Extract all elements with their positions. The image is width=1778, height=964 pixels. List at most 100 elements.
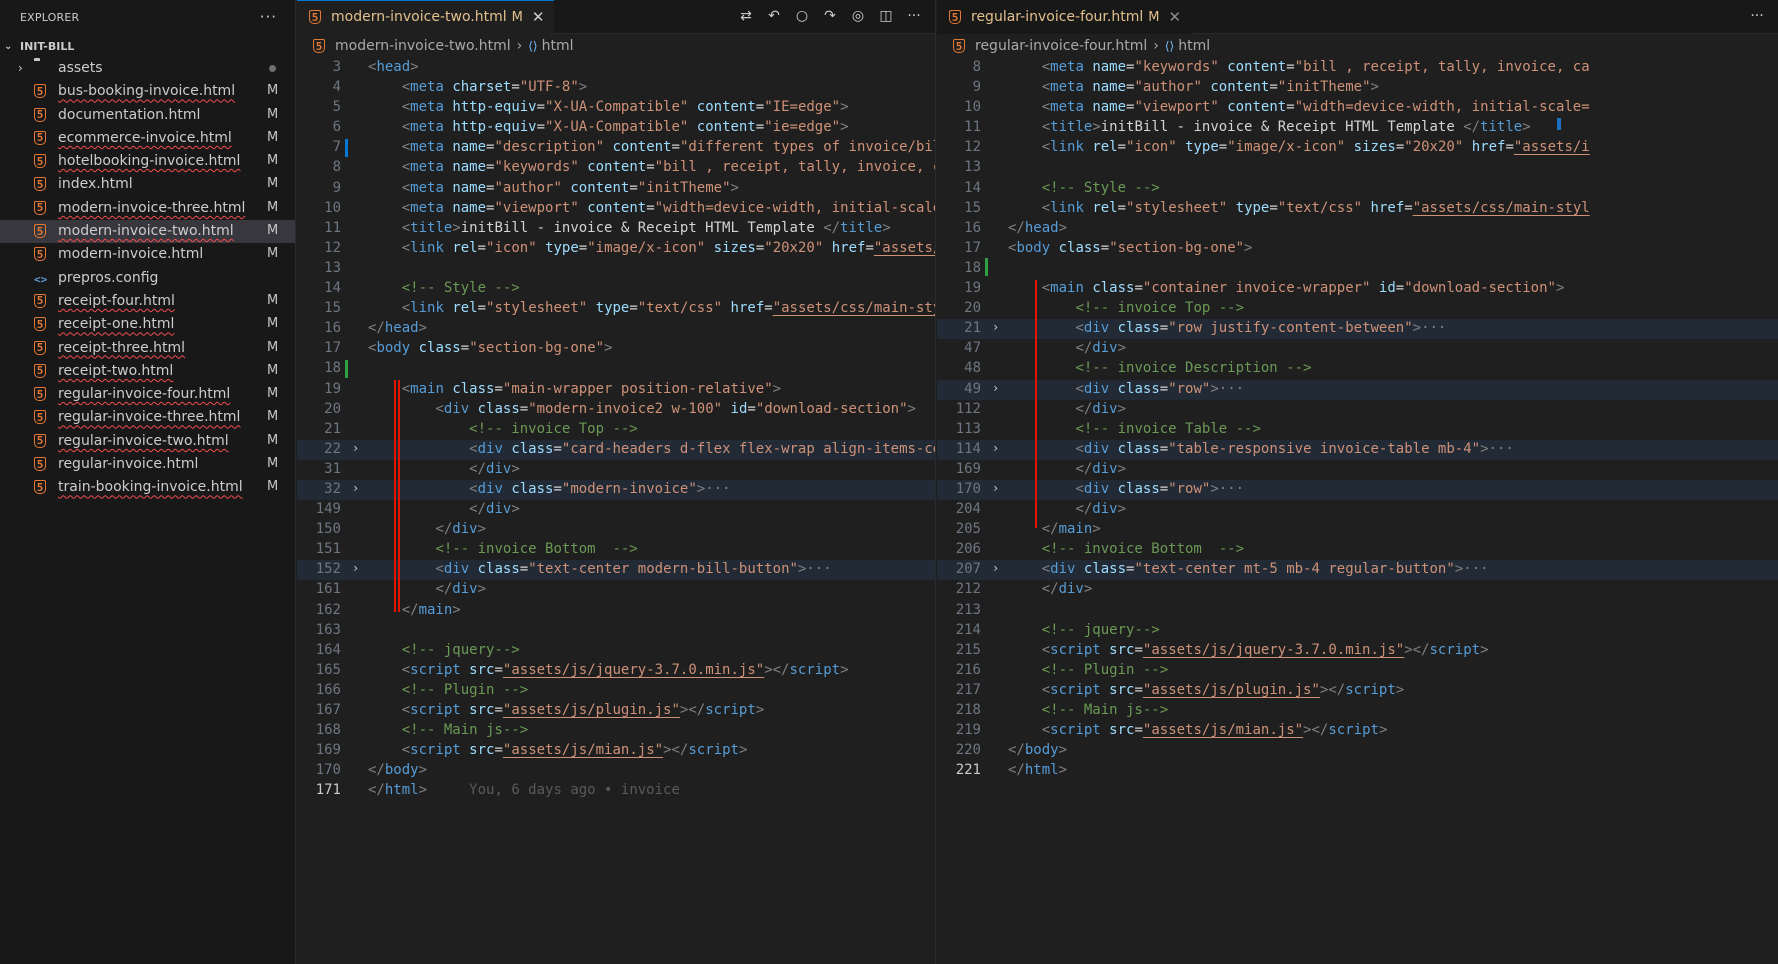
- code-line[interactable]: 21 <!-- invoice Top -->: [297, 420, 935, 440]
- close-icon[interactable]: ✕: [1168, 8, 1181, 26]
- file-tree-item[interactable]: 5 regular-invoice-two.html M: [0, 430, 295, 453]
- file-tree-item[interactable]: 5 regular-invoice-four.html M: [0, 383, 295, 406]
- code-line[interactable]: 217 <script src="assets/js/plugin.js"></…: [937, 681, 1778, 701]
- code-line[interactable]: 205 </main>: [937, 520, 1778, 540]
- file-tree-item[interactable]: 5 hotelbooking-invoice.html M: [0, 150, 295, 173]
- code-line[interactable]: 214 <!-- jquery-->: [937, 621, 1778, 641]
- code-area[interactable]: 3 <head> 4 <meta charset="UTF-8"> 5 <meta h…: [297, 58, 935, 801]
- code-line[interactable]: 19 <main class="main-wrapper position-re…: [297, 380, 935, 400]
- editor-action-icon[interactable]: ↷: [821, 8, 839, 24]
- code-line[interactable]: 14 <!-- Style -->: [937, 179, 1778, 199]
- fold-chevron-icon[interactable]: ›: [352, 561, 359, 575]
- code-line[interactable]: 16 </head>: [297, 319, 935, 339]
- code-line[interactable]: 18: [297, 359, 935, 379]
- editor-action-icon[interactable]: ⇄: [737, 8, 755, 24]
- code-line[interactable]: 220 </body>: [937, 741, 1778, 761]
- breadcrumb-file[interactable]: modern-invoice-two.html: [335, 38, 511, 54]
- code-line[interactable]: 151 <!-- invoice Bottom -->: [297, 540, 935, 560]
- code-area[interactable]: 8 <meta name="keywords" content="bill , …: [937, 58, 1778, 781]
- code-line[interactable]: 3 <head>: [297, 58, 935, 78]
- file-tree-item[interactable]: 5 train-booking-invoice.html M: [0, 476, 295, 499]
- explorer-more-icon[interactable]: ···: [260, 8, 277, 26]
- code-line[interactable]: 15 <link rel="stylesheet" type="text/css…: [937, 199, 1778, 219]
- code-line[interactable]: 9 <meta name="author" content="initTheme…: [937, 78, 1778, 98]
- code-line[interactable]: 171 </html> You, 6 days ago • invoice: [297, 781, 935, 801]
- code-line[interactable]: 207 › <div class="text-center mt-5 mb-4 r…: [937, 560, 1778, 581]
- file-tree-item[interactable]: 5 modern-invoice.html M: [0, 243, 295, 266]
- close-icon[interactable]: ✕: [532, 8, 545, 26]
- code-line[interactable]: 11 <title>initBill - invoice & Receipt H…: [937, 118, 1778, 138]
- code-line[interactable]: 20 <div class="modern-invoice2 w-100" id…: [297, 400, 935, 420]
- code-line[interactable]: 213: [937, 601, 1778, 621]
- code-line[interactable]: 212 </div>: [937, 580, 1778, 600]
- fold-chevron-icon[interactable]: ›: [992, 320, 999, 334]
- code-line[interactable]: 13: [297, 259, 935, 279]
- tab-modern-invoice-two[interactable]: 5 modern-invoice-two.html M ✕: [297, 0, 555, 34]
- code-line[interactable]: 162 </main>: [297, 601, 935, 621]
- code-line[interactable]: 12 <link rel="icon" type="image/x-icon" …: [297, 239, 935, 259]
- breadcrumb-symbol[interactable]: html: [542, 38, 574, 54]
- code-line[interactable]: 8 <meta name="keywords" content="bill , …: [297, 158, 935, 178]
- editor-action-icon[interactable]: ○: [793, 8, 811, 24]
- code-line[interactable]: 6 <meta http-equiv="X-UA-Compatible" con…: [297, 118, 935, 138]
- code-line[interactable]: 168 <!-- Main js-->: [297, 721, 935, 741]
- code-line[interactable]: 18: [937, 259, 1778, 279]
- code-line[interactable]: 48 <!-- invoice Description -->: [937, 359, 1778, 379]
- code-line[interactable]: 10 <meta name="viewport" content="width=…: [297, 199, 935, 219]
- code-line[interactable]: 215 <script src="assets/js/jquery-3.7.0.…: [937, 641, 1778, 661]
- code-line[interactable]: 49 › <div class="row">···: [937, 379, 1778, 400]
- file-tree-item[interactable]: 5 bus-booking-invoice.html M: [0, 80, 295, 103]
- code-line[interactable]: 4 <meta charset="UTF-8">: [297, 78, 935, 98]
- editor-action-icon[interactable]: ···: [1748, 8, 1766, 24]
- file-tree-item[interactable]: 5 receipt-four.html M: [0, 290, 295, 313]
- code-line[interactable]: 10 <meta name="viewport" content="width=…: [937, 98, 1778, 118]
- file-tree-item[interactable]: 5 receipt-three.html M: [0, 337, 295, 360]
- file-tree-item[interactable]: 5 regular-invoice-three.html M: [0, 406, 295, 429]
- code-line[interactable]: 12 <link rel="icon" type="image/x-icon" …: [937, 138, 1778, 158]
- code-line[interactable]: 7 <meta name="description" content="diff…: [297, 138, 935, 158]
- fold-chevron-icon[interactable]: ›: [992, 561, 999, 575]
- code-line[interactable]: 216 <!-- Plugin -->: [937, 661, 1778, 681]
- code-line[interactable]: 204 </div>: [937, 500, 1778, 520]
- code-line[interactable]: 21 › <div class="row justify-content-betw…: [937, 319, 1778, 340]
- tab-regular-invoice-four[interactable]: 5 regular-invoice-four.html M ✕: [937, 0, 1192, 34]
- file-tree-item[interactable]: 5 index.html M: [0, 173, 295, 196]
- breadcrumb-file[interactable]: regular-invoice-four.html: [975, 38, 1147, 54]
- code-line[interactable]: 218 <!-- Main js-->: [937, 701, 1778, 721]
- code-line[interactable]: 16 </head>: [937, 219, 1778, 239]
- code-line[interactable]: 11 <title>initBill - invoice & Receipt H…: [297, 219, 935, 239]
- code-line[interactable]: 31 </div>: [297, 460, 935, 480]
- code-line[interactable]: 32 › <div class="modern-invoice">···: [297, 479, 935, 501]
- file-tree-item[interactable]: › assets: [0, 57, 295, 80]
- editor-action-icon[interactable]: ↶: [765, 8, 783, 24]
- fold-chevron-icon[interactable]: ›: [992, 381, 999, 395]
- code-line[interactable]: 5 <meta http-equiv="X-UA-Compatible" con…: [297, 98, 935, 118]
- file-tree-item[interactable]: 5 modern-invoice-three.html M: [0, 197, 295, 220]
- file-tree-item[interactable]: 5 ecommerce-invoice.html M: [0, 127, 295, 150]
- code-line[interactable]: 9 <meta name="author" content="initTheme…: [297, 179, 935, 199]
- fold-chevron-icon[interactable]: ›: [352, 441, 359, 455]
- code-line[interactable]: 15 <link rel="stylesheet" type="text/css…: [297, 299, 935, 319]
- file-tree-item[interactable]: 5 modern-invoice-two.html M: [0, 220, 295, 244]
- code-line[interactable]: 14 <!-- Style -->: [297, 279, 935, 299]
- code-line[interactable]: 165 <script src="assets/js/jquery-3.7.0.…: [297, 661, 935, 681]
- code-line[interactable]: 19 <main class="container invoice-wrappe…: [937, 279, 1778, 299]
- code-line[interactable]: 219 <script src="assets/js/mian.js"></sc…: [937, 721, 1778, 741]
- code-line[interactable]: 17 <body class="section-bg-one">: [297, 339, 935, 359]
- explorer-root-folder[interactable]: ⌄ INIT-BILL: [0, 35, 295, 57]
- code-line[interactable]: 161 </div>: [297, 580, 935, 600]
- breadcrumb-symbol[interactable]: html: [1178, 38, 1210, 54]
- code-line[interactable]: 149 </div>: [297, 500, 935, 520]
- code-line[interactable]: 20 <!-- invoice Top -->: [937, 299, 1778, 319]
- code-line[interactable]: 22 › <div class="card-headers d-flex flex…: [297, 439, 935, 460]
- code-line[interactable]: 206 <!-- invoice Bottom -->: [937, 540, 1778, 560]
- code-line[interactable]: 47 </div>: [937, 339, 1778, 359]
- fold-chevron-icon[interactable]: ›: [992, 441, 999, 455]
- editor-action-icon[interactable]: ···: [905, 8, 923, 24]
- code-line[interactable]: 167 <script src="assets/js/plugin.js"></…: [297, 701, 935, 721]
- fold-chevron-icon[interactable]: ›: [992, 481, 999, 495]
- code-line[interactable]: 8 <meta name="keywords" content="bill , …: [937, 58, 1778, 78]
- code-line[interactable]: 150 </div>: [297, 520, 935, 540]
- editor-action-icon[interactable]: ◫: [877, 8, 895, 24]
- file-tree-item[interactable]: 5 documentation.html M: [0, 104, 295, 127]
